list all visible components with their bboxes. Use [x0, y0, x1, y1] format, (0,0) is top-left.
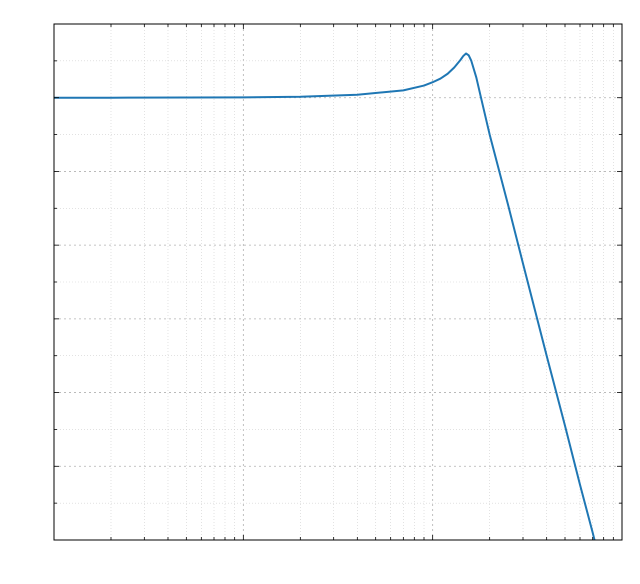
chart-container	[0, 0, 640, 584]
line-chart	[0, 0, 640, 584]
